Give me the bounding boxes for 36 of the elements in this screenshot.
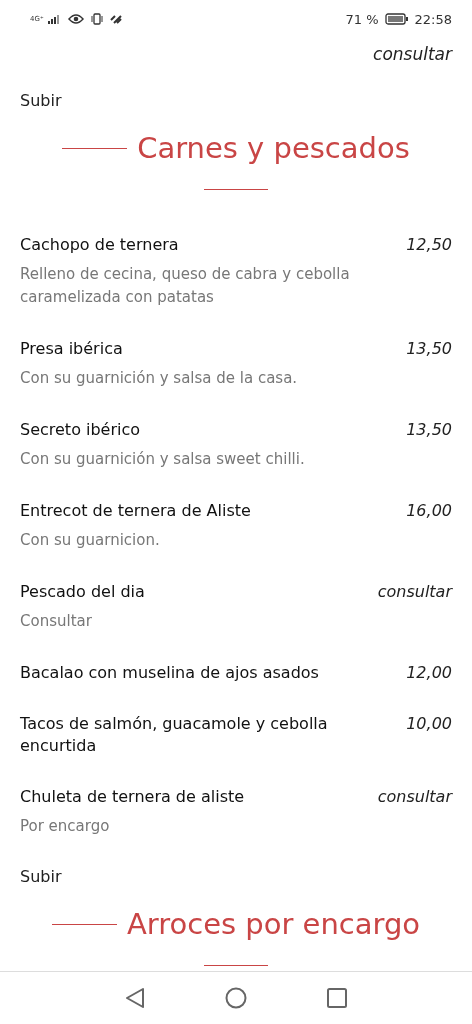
eye-icon xyxy=(68,14,84,24)
section-heading: Arroces por encargo xyxy=(126,907,421,941)
dish-name: Tacos de salmón, guacamole y cebolla encurtida xyxy=(20,713,329,757)
dish-description: Consultar xyxy=(20,611,93,632)
dish-description: Por encargo xyxy=(20,816,111,837)
clock: 22:58 xyxy=(414,11,452,27)
battery-percent: 71 % xyxy=(345,11,379,27)
back-icon[interactable] xyxy=(125,986,145,1009)
back-to-top-link[interactable]: Subir xyxy=(20,867,62,886)
dish-name: Cachopo de ternera xyxy=(20,234,180,256)
price: consultar xyxy=(377,581,452,603)
dish-name: Presa ibérica xyxy=(20,338,124,360)
battery-icon xyxy=(384,13,409,25)
price: 16,00 xyxy=(406,500,452,522)
dish-name: Chuleta de ternera de aliste xyxy=(20,786,246,808)
dish-name: Secreto ibérico xyxy=(20,419,142,441)
price: consultar xyxy=(377,786,452,808)
price: 13,50 xyxy=(406,419,452,441)
price: 10,00 xyxy=(406,713,452,735)
dish-name: Entrecot de ternera de Aliste xyxy=(20,500,252,522)
dish-description: Con su guarnición y salsa de la casa. xyxy=(20,368,299,389)
dish-description: Con su guarnicion. xyxy=(20,530,161,551)
home-icon[interactable] xyxy=(225,986,247,1009)
dish-name: Bacalao con muselina de ajos asados xyxy=(20,662,320,684)
signal-icon xyxy=(48,14,62,24)
price: 13,50 xyxy=(406,338,452,360)
section-heading: Carnes y pescados xyxy=(137,131,410,165)
dish-description: Con su guarnición y salsa sweet chilli. xyxy=(20,449,306,470)
dish-name: Pescado del dia xyxy=(20,581,146,603)
price: 12,50 xyxy=(406,234,452,256)
dish-description: Relleno de cecina, queso de cabra y cebolla caramelizada con patatas xyxy=(20,264,351,308)
back-to-top-link[interactable]: Subir xyxy=(20,91,62,110)
vibrate-icon xyxy=(90,13,104,25)
price: 12,00 xyxy=(406,662,452,684)
price: consultar xyxy=(373,44,452,64)
recents-icon[interactable] xyxy=(327,987,347,1008)
